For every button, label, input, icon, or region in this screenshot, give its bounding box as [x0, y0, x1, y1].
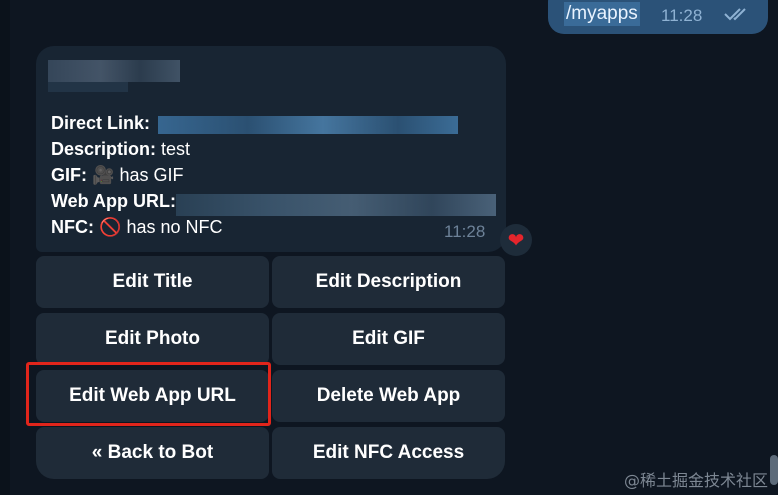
description-line: Description: test — [51, 136, 190, 162]
chat-list-edge — [0, 0, 10, 495]
delete-web-app-button[interactable]: Delete Web App — [272, 370, 505, 422]
heart-reaction-icon[interactable]: ❤ — [500, 224, 532, 256]
web-app-url-label: Web App URL: — [51, 191, 176, 211]
redacted-web-app-url[interactable] — [176, 194, 496, 216]
outgoing-message-text: /myapps — [564, 2, 640, 26]
description-value: test — [161, 139, 191, 159]
nfc-label: NFC: — [51, 217, 94, 237]
redacted-app-title — [48, 60, 180, 82]
prohibited-icon: 🚫 — [99, 217, 122, 238]
gif-line: GIF: 🎥 has GIF — [51, 162, 183, 189]
outgoing-message-time: 11:28 — [661, 6, 703, 25]
edit-photo-button[interactable]: Edit Photo — [36, 313, 269, 365]
gif-label: GIF: — [51, 165, 87, 185]
direct-link-line: Direct Link: — [51, 110, 150, 136]
redacted-direct-link[interactable] — [158, 116, 458, 134]
double-check-icon — [724, 7, 752, 26]
highlight-box — [26, 362, 271, 426]
scrollbar[interactable] — [770, 455, 778, 485]
incoming-message-time: 11:28 — [444, 222, 486, 241]
edit-title-button[interactable]: Edit Title — [36, 256, 269, 308]
description-label: Description: — [51, 139, 157, 159]
back-to-bot-button[interactable]: « Back to Bot — [36, 427, 269, 479]
watermark: @稀土掘金技术社区 — [624, 471, 769, 490]
edit-description-button[interactable]: Edit Description — [272, 256, 505, 308]
incoming-message[interactable]: Direct Link: Description: test GIF: 🎥 ha… — [36, 46, 506, 252]
edit-nfc-access-button[interactable]: Edit NFC Access — [272, 427, 505, 479]
gif-value: has GIF — [119, 165, 184, 185]
nfc-line: NFC: 🚫 has no NFC — [51, 214, 223, 241]
direct-link-label: Direct Link: — [51, 113, 151, 133]
nfc-value: has no NFC — [126, 217, 223, 237]
movie-camera-icon: 🎥 — [92, 165, 115, 186]
redacted-app-title-shadow — [48, 82, 128, 92]
outgoing-message[interactable]: /myapps 11:28 — [548, 0, 768, 34]
edit-gif-button[interactable]: Edit GIF — [272, 313, 505, 365]
web-app-url-line: Web App URL: — [51, 188, 176, 214]
